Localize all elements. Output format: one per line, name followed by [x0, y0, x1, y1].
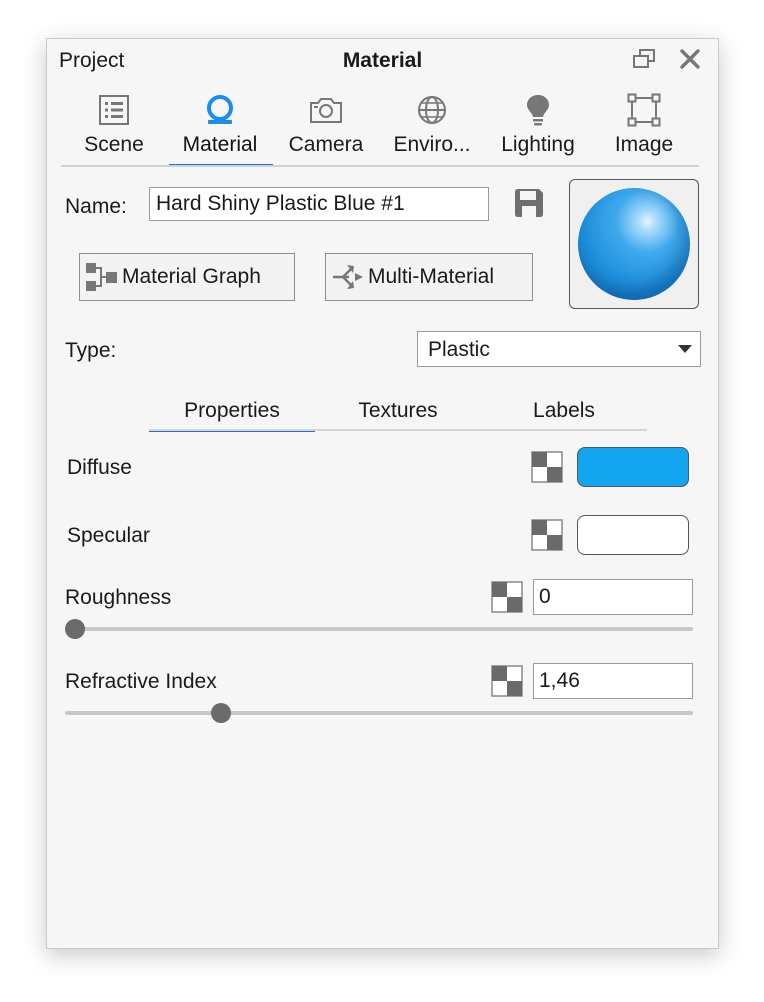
close-window-button[interactable]: [675, 47, 705, 75]
refractive-index-input[interactable]: [533, 663, 693, 699]
roughness-texture-button[interactable]: [491, 581, 523, 613]
slider-thumb[interactable]: [65, 619, 85, 639]
close-icon: [679, 48, 701, 75]
type-selected-value: Plastic: [428, 338, 490, 361]
restore-window-button[interactable]: [629, 47, 659, 75]
panel-title: Material: [342, 49, 423, 72]
tab-bar-divider: [61, 165, 699, 167]
tab-label: Textures: [358, 399, 438, 422]
multi-material-button[interactable]: Multi-Material: [325, 253, 533, 301]
tab-labels[interactable]: Labels: [481, 389, 647, 433]
diffuse-label: Diffuse: [67, 456, 132, 479]
material-preview[interactable]: [569, 179, 699, 309]
bulb-icon: [485, 91, 591, 129]
save-material-button[interactable]: [511, 187, 547, 223]
roughness-input[interactable]: [533, 579, 693, 615]
tab-label: Scene: [84, 133, 144, 156]
tab-material[interactable]: Material: [167, 89, 273, 167]
specular-texture-button[interactable]: [531, 519, 563, 551]
tab-image[interactable]: Image: [591, 89, 697, 165]
tab-lighting[interactable]: Lighting: [485, 89, 591, 165]
tab-label: Enviro...: [393, 133, 471, 156]
roughness-label: Roughness: [65, 586, 172, 609]
texture-icon: [531, 451, 563, 487]
camera-icon: [273, 91, 379, 129]
texture-icon: [491, 581, 523, 617]
globe-icon: [379, 91, 485, 129]
type-label: Type:: [65, 339, 117, 362]
title-bar: Project Material: [47, 39, 718, 83]
list-icon: [61, 91, 167, 129]
diffuse-color-swatch[interactable]: [577, 447, 689, 487]
refractive-index-label: Refractive Index: [65, 670, 217, 693]
tab-label: Lighting: [501, 133, 575, 156]
material-graph-icon: [84, 259, 120, 295]
tab-camera[interactable]: Camera: [273, 89, 379, 165]
tab-label: Properties: [184, 399, 280, 422]
tab-label: Material: [182, 133, 258, 156]
tab-environment[interactable]: Enviro...: [379, 89, 485, 165]
tab-label: Labels: [533, 399, 595, 422]
diffuse-texture-button[interactable]: [531, 451, 563, 483]
slider-track: [65, 627, 693, 631]
tab-properties[interactable]: Properties: [149, 389, 315, 433]
material-graph-button[interactable]: Material Graph: [79, 253, 295, 301]
frame-icon: [591, 91, 697, 129]
top-tab-bar: Scene Material Camera Enviro... Lighting…: [61, 89, 701, 169]
restore-icon: [632, 48, 656, 74]
multi-material-label: Multi-Material: [368, 265, 495, 288]
tab-textures[interactable]: Textures: [315, 389, 481, 433]
type-dropdown[interactable]: Plastic: [417, 331, 701, 367]
preview-sphere: [578, 188, 690, 300]
material-graph-label: Material Graph: [122, 265, 261, 288]
specular-label: Specular: [67, 524, 150, 547]
roughness-slider[interactable]: [65, 619, 693, 639]
tab-scene[interactable]: Scene: [61, 89, 167, 165]
property-tab-divider: [149, 429, 647, 431]
material-panel: Project Material Scene Material Camera E…: [46, 38, 719, 949]
refractive-index-texture-button[interactable]: [491, 665, 523, 697]
texture-icon: [491, 665, 523, 701]
name-label: Name:: [65, 195, 127, 218]
tab-label: Image: [614, 133, 674, 156]
multi-material-icon: [330, 259, 366, 295]
slider-thumb[interactable]: [210, 703, 231, 723]
slider-track: [65, 711, 693, 715]
tab-label: Camera: [288, 133, 364, 156]
material-name-input[interactable]: [149, 187, 489, 221]
chevron-down-icon: [678, 345, 692, 353]
specular-color-swatch[interactable]: [577, 515, 689, 555]
texture-icon: [531, 519, 563, 555]
save-icon: [513, 187, 545, 224]
material-icon: [167, 91, 273, 129]
refractive-index-slider[interactable]: [65, 703, 693, 723]
